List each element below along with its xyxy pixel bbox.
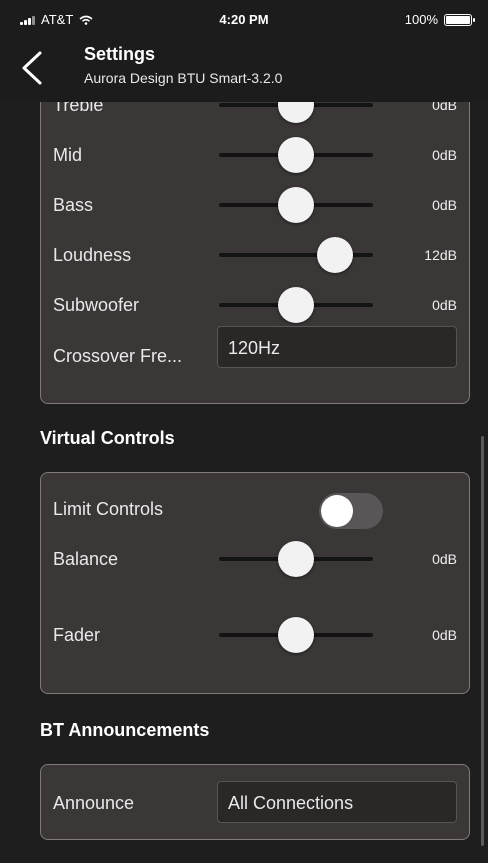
announce-select[interactable]: All Connections [217,781,457,823]
battery-icon [444,13,475,26]
eq-row-subwoofer: Subwoofer 0dB [53,283,457,327]
device-subtitle: Aurora Design BTU Smart-3.2.0 [84,70,283,86]
crossover-frequency-field[interactable]: 120Hz [217,326,457,368]
status-right: 100% [404,12,475,27]
eq-row-label: Subwoofer [53,295,140,315]
eq-row-value: 0dB [432,197,457,213]
limit-controls-toggle[interactable] [319,493,383,529]
balance-slider-thumb[interactable] [278,541,314,577]
eq-row-loudness: Loudness 12dB [53,233,457,277]
status-bar: AT&T 4:20 PM 100% [0,0,488,36]
settings-scroll-content[interactable]: Treble 0dB Mid 0dB Bass 0dB Loudness 12d… [0,102,488,863]
eq-row-value: 0dB [432,102,457,113]
balance-row: Balance 0dB [53,537,457,581]
bass-slider-track[interactable] [219,187,373,223]
mid-slider-thumb[interactable] [278,137,314,173]
fader-row: Fader 0dB [53,613,457,657]
eq-row-value: 0dB [432,297,457,313]
loudness-slider-track[interactable] [219,237,373,273]
balance-slider-track[interactable] [219,541,373,577]
crossover-label: Crossover Fre... [53,346,183,366]
virtual-controls-panel: Limit Controls Balance 0dB Fader 0dB [40,472,470,694]
announce-label: Announce [53,793,135,813]
fader-slider-track[interactable] [219,617,373,653]
battery-percent: 100% [404,12,438,27]
subwoofer-slider-thumb[interactable] [278,287,314,323]
eq-row-mid: Mid 0dB [53,133,457,177]
bt-announcements-heading: BT Announcements [40,720,210,740]
limit-controls-label: Limit Controls [53,499,164,519]
eq-row-label: Treble [53,102,104,115]
fader-slider-thumb[interactable] [278,617,314,653]
balance-value: 0dB [432,551,457,567]
treble-slider-track[interactable] [219,102,373,123]
eq-row-value: 0dB [432,147,457,163]
limit-controls-row: Limit Controls [53,487,457,531]
bass-slider-thumb[interactable] [278,187,314,223]
eq-row-bass: Bass 0dB [53,183,457,227]
eq-panel: Treble 0dB Mid 0dB Bass 0dB Loudness 12d… [40,102,470,404]
balance-label: Balance [53,549,119,569]
subwoofer-slider-track[interactable] [219,287,373,323]
fader-label: Fader [53,625,101,645]
eq-row-label: Bass [53,195,94,215]
eq-row-label: Mid [53,145,83,165]
eq-row-value: 12dB [424,247,457,263]
bt-announcements-panel: Announce All Connections [40,764,470,840]
toggle-knob [321,495,353,527]
vertical-scrollbar[interactable] [481,436,484,846]
navigation-bar: Settings Aurora Design BTU Smart-3.2.0 [0,36,488,102]
virtual-controls-heading: Virtual Controls [40,428,175,448]
treble-slider-thumb[interactable] [278,102,314,123]
page-title: Settings [84,44,156,64]
mid-slider-track[interactable] [219,137,373,173]
back-chevron-icon[interactable] [18,50,46,86]
fader-value: 0dB [432,627,457,643]
loudness-slider-thumb[interactable] [316,237,353,273]
eq-row-treble: Treble 0dB [53,102,457,127]
eq-row-label: Loudness [53,245,132,265]
